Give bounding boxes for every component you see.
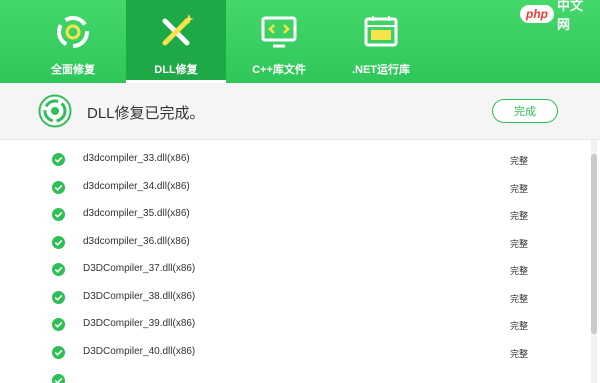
check-icon: [52, 236, 65, 249]
file-status: 完整: [510, 156, 529, 166]
tab-label: DLL修复: [154, 64, 198, 76]
list-item: D3DCompiler_37.dll(x86) 完整: [0, 257, 590, 284]
list-scrollbar[interactable]: [591, 140, 597, 383]
file-status: 完整: [510, 211, 529, 221]
file-name: d3dcompiler_36.dll(x86): [83, 236, 190, 247]
file-name: d3dcompiler_34.dll(x86): [83, 181, 190, 192]
file-name: D3DCompiler_39.dll(x86): [83, 318, 196, 329]
check-icon: [52, 208, 65, 221]
tab-cpp-library[interactable]: C++库文件: [228, 0, 330, 83]
list-item: d3dcompiler_36.dll(x86) 完整: [0, 230, 590, 257]
site-watermark-logo: php 中文网: [520, 0, 594, 32]
file-name: D3DCompiler_37.dll(x86): [83, 263, 196, 274]
list-item: d3dcompiler_34.dll(x86) 完整: [0, 175, 590, 202]
dotnet-window-icon: [364, 16, 398, 47]
tab-dll-repair[interactable]: DLL修复: [126, 0, 226, 83]
list-item: d3dcompiler_33.dll(x86) 完整: [0, 147, 590, 174]
file-status: 完整: [510, 349, 529, 359]
check-icon: [52, 318, 65, 331]
list-item: D3DCompiler_38.dll(x86) 完整: [0, 285, 590, 312]
file-name: d3dcompiler_33.dll(x86): [83, 153, 190, 164]
file-status: 完整: [510, 184, 529, 194]
status-banner: DLL修复已完成。 完成: [0, 83, 600, 140]
file-status: 完整: [510, 239, 529, 249]
check-icon: [52, 263, 65, 276]
list-item: D3DCompiler_40.dll(x86) 完整: [0, 340, 590, 367]
brand-cn: 中文网: [557, 0, 584, 32]
scrollbar-thumb[interactable]: [591, 154, 597, 334]
code-monitor-icon: [261, 16, 297, 48]
brand-php: php: [520, 5, 554, 23]
file-status: 完整: [510, 294, 529, 304]
file-status: 完整: [510, 321, 529, 331]
check-icon: [52, 374, 65, 383]
check-icon: [52, 291, 65, 304]
repair-cycle-icon: [57, 16, 89, 48]
repair-complete-icon: [38, 94, 72, 128]
file-name: D3DCompiler_38.dll(x86): [83, 291, 196, 302]
tab-label: .NET运行库: [351, 64, 411, 76]
tab-dotnet-runtime[interactable]: .NET运行库: [330, 0, 432, 83]
tab-label: C++库文件: [252, 64, 306, 76]
status-message: DLL修复已完成。: [87, 105, 205, 122]
tab-label: 全面修复: [51, 64, 95, 76]
list-item: d3dcompiler_35.dll(x86) 完整: [0, 202, 590, 229]
file-name: D3DCompiler_40.dll(x86): [83, 346, 196, 357]
tools-cross-icon: [162, 14, 194, 46]
finish-button[interactable]: 完成: [492, 99, 558, 123]
list-item: D3DCompiler_39.dll(x86) 完整: [0, 312, 590, 339]
top-navigation-bar: 全面修复 DLL修复 C++库文件 .NET运行库 php 中文网: [0, 0, 600, 83]
list-item-partial: [0, 368, 590, 383]
dll-file-list[interactable]: d3dcompiler_33.dll(x86) 完整 d3dcompiler_3…: [0, 140, 600, 383]
file-name: d3dcompiler_35.dll(x86): [83, 208, 190, 219]
check-icon: [52, 181, 65, 194]
check-icon: [52, 346, 65, 359]
tab-full-repair[interactable]: 全面修复: [22, 0, 124, 83]
check-icon: [52, 153, 65, 166]
file-status: 完整: [510, 266, 529, 276]
